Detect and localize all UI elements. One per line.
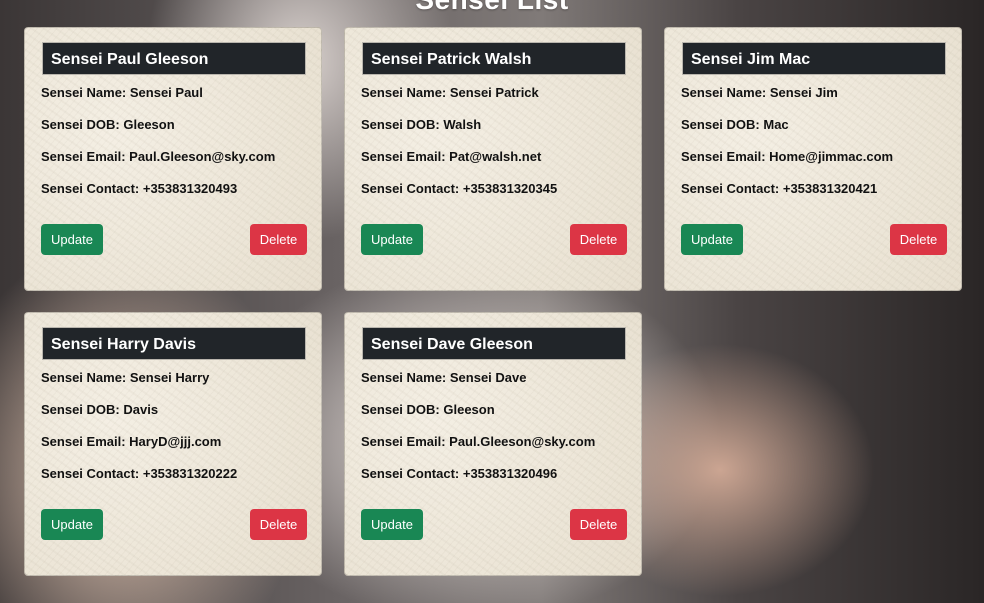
update-button[interactable]: Update	[41, 224, 103, 255]
sensei-contact-field: Sensei Contact: +353831320493	[41, 181, 237, 196]
update-button[interactable]: Update	[361, 509, 423, 540]
sensei-dob-label: Sensei DOB:	[361, 117, 444, 132]
sensei-name-field: Sensei Name: Sensei Harry	[41, 370, 209, 385]
sensei-email-field: Sensei Email: HaryD@jjj.com	[41, 434, 221, 449]
delete-button[interactable]: Delete	[250, 224, 307, 255]
update-button[interactable]: Update	[41, 509, 103, 540]
sensei-email-field: Sensei Email: Paul.Gleeson@sky.com	[41, 149, 275, 164]
sensei-contact-value: +353831320345	[462, 181, 558, 196]
sensei-name-value: Sensei Harry	[129, 370, 210, 385]
sensei-contact-label: Sensei Contact:	[41, 181, 143, 196]
sensei-email-label: Sensei Email:	[361, 434, 450, 449]
sensei-name-label: Sensei Name:	[361, 85, 450, 100]
sensei-name-value: Sensei Paul	[129, 85, 203, 100]
sensei-email-field: Sensei Email: Home@jimmac.com	[681, 149, 893, 164]
sensei-dob-value: Gleeson	[123, 117, 175, 132]
sensei-contact-value: +353831320493	[142, 181, 238, 196]
sensei-contact-label: Sensei Contact:	[41, 466, 143, 481]
sensei-card: Sensei Dave Gleeson Sensei Name: Sensei …	[344, 312, 642, 576]
sensei-dob-label: Sensei DOB:	[41, 402, 124, 417]
card-header: Sensei Jim Mac	[682, 42, 946, 75]
sensei-card: Sensei Patrick Walsh Sensei Name: Sensei…	[344, 27, 642, 291]
sensei-email-label: Sensei Email:	[41, 434, 130, 449]
delete-button[interactable]: Delete	[570, 224, 627, 255]
sensei-name-value: Sensei Jim	[769, 85, 838, 100]
sensei-dob-value: Mac	[763, 117, 789, 132]
sensei-dob-field: Sensei DOB: Walsh	[361, 117, 481, 132]
sensei-contact-field: Sensei Contact: +353831320421	[681, 181, 877, 196]
sensei-contact-value: +353831320421	[782, 181, 878, 196]
sensei-contact-label: Sensei Contact:	[361, 181, 463, 196]
sensei-email-label: Sensei Email:	[681, 149, 770, 164]
sensei-name-label: Sensei Name:	[681, 85, 770, 100]
sensei-contact-label: Sensei Contact:	[681, 181, 783, 196]
sensei-dob-value: Gleeson	[443, 402, 495, 417]
sensei-name-value: Sensei Dave	[449, 370, 527, 385]
sensei-card: Sensei Harry Davis Sensei Name: Sensei H…	[24, 312, 322, 576]
sensei-name-label: Sensei Name:	[41, 85, 130, 100]
update-button[interactable]: Update	[361, 224, 423, 255]
card-header: Sensei Harry Davis	[42, 327, 306, 360]
sensei-contact-field: Sensei Contact: +353831320222	[41, 466, 237, 481]
card-header: Sensei Patrick Walsh	[362, 42, 626, 75]
delete-button[interactable]: Delete	[890, 224, 947, 255]
sensei-card: Sensei Jim Mac Sensei Name: Sensei Jim S…	[664, 27, 962, 291]
sensei-contact-value: +353831320222	[142, 466, 238, 481]
sensei-name-label: Sensei Name:	[361, 370, 450, 385]
sensei-name-field: Sensei Name: Sensei Jim	[681, 85, 838, 100]
sensei-name-value: Sensei Patrick	[449, 85, 539, 100]
sensei-dob-value: Davis	[123, 402, 159, 417]
page-title: Sensei List	[0, 0, 984, 16]
sensei-dob-label: Sensei DOB:	[681, 117, 764, 132]
sensei-name-field: Sensei Name: Sensei Dave	[361, 370, 526, 385]
sensei-contact-field: Sensei Contact: +353831320345	[361, 181, 557, 196]
sensei-dob-field: Sensei DOB: Gleeson	[361, 402, 495, 417]
sensei-name-label: Sensei Name:	[41, 370, 130, 385]
delete-button[interactable]: Delete	[570, 509, 627, 540]
delete-button[interactable]: Delete	[250, 509, 307, 540]
sensei-contact-value: +353831320496	[462, 466, 558, 481]
sensei-email-value: Paul.Gleeson@sky.com	[449, 434, 596, 449]
sensei-dob-label: Sensei DOB:	[361, 402, 444, 417]
sensei-card: Sensei Paul Gleeson Sensei Name: Sensei …	[24, 27, 322, 291]
sensei-dob-field: Sensei DOB: Gleeson	[41, 117, 175, 132]
card-header: Sensei Paul Gleeson	[42, 42, 306, 75]
sensei-name-field: Sensei Name: Sensei Patrick	[361, 85, 539, 100]
sensei-dob-value: Walsh	[443, 117, 482, 132]
sensei-email-value: Home@jimmac.com	[769, 149, 894, 164]
sensei-email-value: Paul.Gleeson@sky.com	[129, 149, 276, 164]
sensei-email-value: Pat@walsh.net	[449, 149, 542, 164]
update-button[interactable]: Update	[681, 224, 743, 255]
sensei-contact-label: Sensei Contact:	[361, 466, 463, 481]
sensei-contact-field: Sensei Contact: +353831320496	[361, 466, 557, 481]
sensei-email-value: HaryD@jjj.com	[129, 434, 222, 449]
sensei-name-field: Sensei Name: Sensei Paul	[41, 85, 203, 100]
card-header: Sensei Dave Gleeson	[362, 327, 626, 360]
sensei-dob-label: Sensei DOB:	[41, 117, 124, 132]
sensei-email-field: Sensei Email: Pat@walsh.net	[361, 149, 541, 164]
sensei-dob-field: Sensei DOB: Davis	[41, 402, 158, 417]
sensei-dob-field: Sensei DOB: Mac	[681, 117, 789, 132]
sensei-email-label: Sensei Email:	[41, 149, 130, 164]
sensei-email-field: Sensei Email: Paul.Gleeson@sky.com	[361, 434, 595, 449]
sensei-email-label: Sensei Email:	[361, 149, 450, 164]
